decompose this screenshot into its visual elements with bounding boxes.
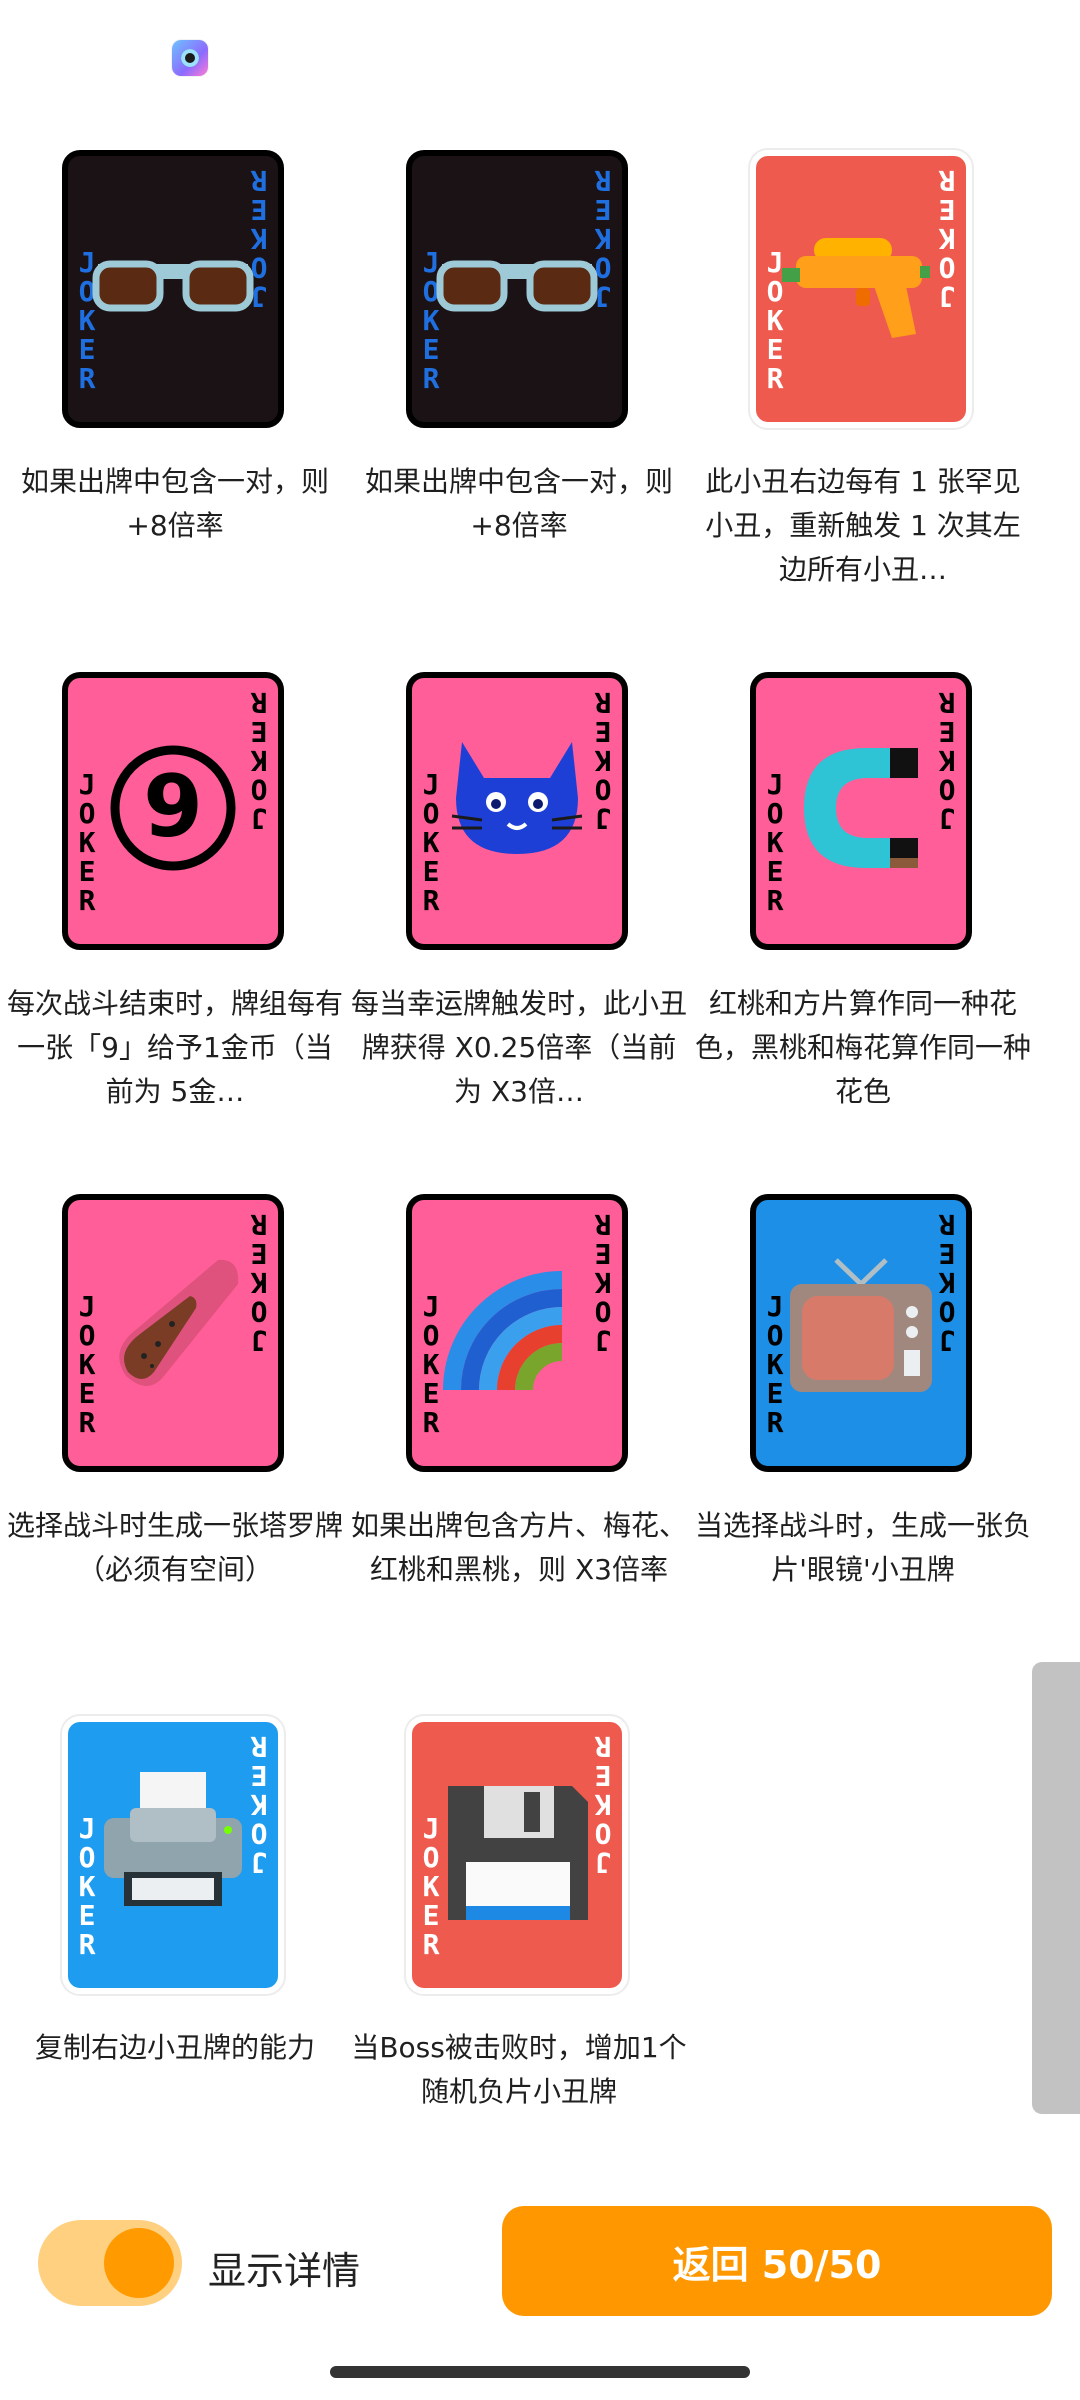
card-description: 当Boss被击败时，增加1个随机负片小丑牌: [351, 2031, 687, 2108]
magnet-icon: [804, 748, 918, 868]
show-details-toggle[interactable]: [38, 2220, 182, 2306]
card-description: 选择战斗时生成一张塔罗牌（必须有空间）: [6, 1509, 343, 1586]
joker-card[interactable]: JOKER JOKER: [406, 1194, 628, 1472]
comet-icon: [119, 1259, 239, 1386]
joker-card[interactable]: JOKER JOKER: [406, 1716, 628, 1994]
card-description: 每次战斗结束时，牌组每有一张「9」给予1金币（当前为 5金…: [6, 987, 343, 1108]
sunglasses-icon: [436, 260, 598, 312]
number-nine-icon: 9: [110, 745, 236, 871]
water-gun-icon: [782, 238, 930, 338]
app-icon: [172, 40, 208, 76]
joker-card[interactable]: JOKER JOKER: [62, 1716, 284, 1994]
back-button[interactable]: 返回 50/50: [502, 2206, 1052, 2316]
floppy-disk-icon: [448, 1786, 588, 1920]
card-description: 此小丑右边每有 1 张罕见小丑，重新触发 1 次其左边所有小丑…: [705, 465, 1021, 586]
show-details-label: 显示详情: [208, 2249, 361, 2293]
card-description: 红桃和方片算作同一种花色，黑桃和梅花算作同一种花色: [694, 987, 1031, 1108]
card-description: 当选择战斗时，生成一张负片'眼镜'小丑牌: [694, 1509, 1031, 1586]
card-description: 每当幸运牌触发时，此小丑牌获得 X0.25倍率（当前为 X3倍…: [350, 987, 687, 1108]
joker-card[interactable]: JOKER JOKER: [750, 672, 972, 950]
printer-icon: [104, 1772, 242, 1906]
joker-card[interactable]: JOKER JOKER: [406, 150, 628, 428]
joker-card[interactable]: JOKER JOKER: [750, 1194, 972, 1472]
television-icon: [790, 1258, 932, 1392]
card-description: 如果出牌包含方片、梅花、红桃和黑桃，则 X3倍率: [350, 1509, 687, 1586]
joker-card[interactable]: JOKER JOKER: [750, 150, 972, 428]
card-description: 复制右边小丑牌的能力: [34, 2031, 315, 2064]
toggle-knob: [104, 2228, 174, 2298]
scrollbar[interactable]: [1032, 1662, 1080, 2114]
joker-card[interactable]: JOKER JOKER: [406, 672, 628, 950]
joker-card[interactable]: JOKER JOKER: [62, 1194, 284, 1472]
home-indicator[interactable]: [330, 2366, 750, 2378]
joker-card[interactable]: JOKER JOKER: [62, 150, 284, 428]
joker-card[interactable]: JOKER JOKER 9: [62, 672, 284, 950]
sunglasses-icon: [92, 260, 254, 312]
cat-face-icon: [451, 742, 583, 854]
card-description: 如果出牌中包含一对，则 +8倍率: [364, 465, 673, 542]
svg-text:9: 9: [143, 757, 203, 857]
card-description: 如果出牌中包含一对，则 +8倍率: [20, 465, 329, 542]
rainbow-icon: [443, 1271, 563, 1391]
